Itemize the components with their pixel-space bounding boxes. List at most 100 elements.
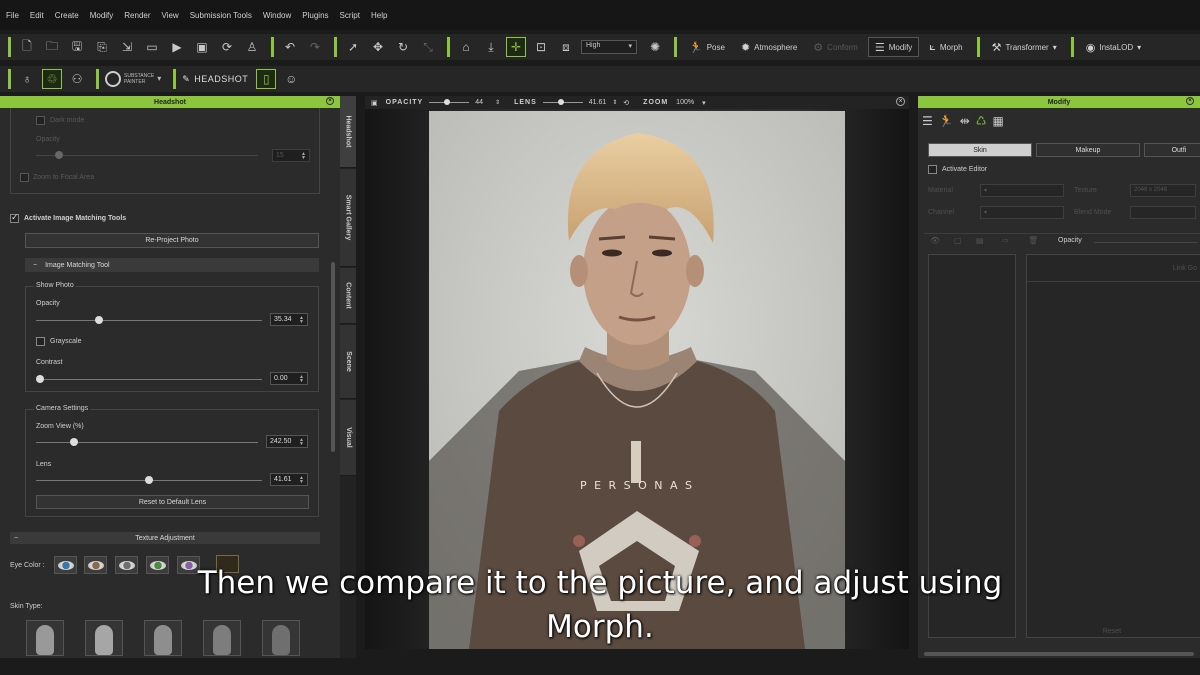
- refresh-icon[interactable]: ⟳: [217, 37, 237, 57]
- menu-script[interactable]: Script: [340, 11, 360, 20]
- new-file-icon[interactable]: 🗋: [17, 37, 37, 57]
- render-icon[interactable]: ▶: [167, 37, 187, 57]
- morph-slider-icon[interactable]: ⇹: [960, 114, 970, 128]
- move-icon[interactable]: ✥: [368, 37, 388, 57]
- menu-modify[interactable]: Modify: [90, 11, 114, 20]
- viewport-opacity-slider[interactable]: [429, 99, 470, 105]
- home-icon[interactable]: ⌂: [456, 37, 476, 57]
- activate-editor-checkbox[interactable]: [928, 165, 937, 174]
- lens-slider[interactable]: [36, 476, 262, 484]
- conform-button[interactable]: ⚙ Conform: [807, 37, 864, 57]
- dark-mode-checkbox[interactable]: [36, 116, 45, 125]
- sliders-icon[interactable]: ☰: [922, 114, 933, 128]
- menu-file[interactable]: File: [6, 11, 19, 20]
- slider-knob[interactable]: [443, 99, 450, 105]
- toolbar-grip[interactable]: [8, 37, 11, 57]
- tab-visual[interactable]: Visual: [340, 400, 356, 476]
- image-matching-section[interactable]: − Image Matching Tool: [25, 258, 319, 272]
- menu-view[interactable]: View: [162, 11, 179, 20]
- toolbar-grip[interactable]: [8, 69, 11, 89]
- menu-help[interactable]: Help: [371, 11, 387, 20]
- zoom-view-slider[interactable]: [36, 438, 258, 446]
- reset-icon[interactable]: ⟲: [623, 99, 629, 107]
- preview-icon[interactable]: ▣: [192, 37, 212, 57]
- menu-submission-tools[interactable]: Submission Tools: [190, 11, 252, 20]
- slider-knob[interactable]: [69, 438, 78, 446]
- motion-icon[interactable]: 🏃: [939, 114, 954, 128]
- close-icon[interactable]: ×: [1186, 97, 1194, 105]
- tab-content[interactable]: Content: [340, 268, 356, 324]
- reset-lens-button[interactable]: Reset to Default Lens: [36, 495, 309, 509]
- menu-window[interactable]: Window: [263, 11, 291, 20]
- toolbar-grip[interactable]: [173, 69, 177, 89]
- light-icon[interactable]: ✺: [645, 37, 665, 57]
- opacity-dim-slider[interactable]: [36, 151, 258, 159]
- zoom-focal-checkbox[interactable]: [20, 173, 29, 182]
- instalod-button[interactable]: ◉ InstaLOD ▾: [1080, 37, 1147, 57]
- spinner-icon[interactable]: ⇕: [612, 99, 617, 106]
- pose-button[interactable]: 🏃 Pose: [683, 37, 731, 57]
- close-icon[interactable]: ×: [326, 97, 334, 105]
- toolbar-grip[interactable]: [334, 37, 337, 57]
- slider-knob[interactable]: [55, 151, 63, 159]
- tab-scene[interactable]: Scene: [340, 325, 356, 399]
- slider-knob[interactable]: [557, 99, 564, 105]
- zoom-dropdown-icon[interactable]: ▾: [702, 99, 706, 107]
- slider-knob[interactable]: [36, 375, 44, 383]
- panel-scrollbar[interactable]: [331, 262, 335, 452]
- crosshair-icon[interactable]: ✛: [506, 37, 526, 57]
- blend-mode-select[interactable]: [1130, 206, 1196, 219]
- atmosphere-button[interactable]: ✹ Atmosphere: [735, 37, 803, 57]
- import-icon[interactable]: ⎘: [92, 37, 112, 57]
- material-select[interactable]: ▾: [980, 184, 1064, 197]
- headshot-button[interactable]: ✎ HEADSHOT: [182, 74, 248, 85]
- redo-icon[interactable]: ↷: [305, 37, 325, 57]
- horizontal-scrollbar[interactable]: [924, 652, 1194, 656]
- tab-headshot[interactable]: Headshot: [340, 96, 356, 168]
- toolbar-grip[interactable]: [1070, 37, 1074, 57]
- tab-smart-gallery[interactable]: Smart Gallery: [340, 169, 356, 267]
- link-icon[interactable]: ⇨: [1002, 236, 1009, 245]
- delete-icon[interactable]: 🗑: [1028, 236, 1038, 245]
- grayscale-checkbox[interactable]: [36, 337, 45, 346]
- head-generate-icon[interactable]: ☺: [281, 69, 301, 89]
- photo-overlay-icon[interactable]: ▣: [371, 99, 378, 107]
- opacity-field[interactable]: 35.34 ▲ ▼: [270, 313, 308, 326]
- usd-export-icon[interactable]: ▭: [142, 37, 162, 57]
- toolbar-grip[interactable]: [96, 69, 99, 89]
- contrast-field[interactable]: 0.00 ▲ ▼: [270, 372, 308, 385]
- headshot-photo-icon[interactable]: ▯: [256, 69, 277, 89]
- zoom-view-field[interactable]: 242.50 ▲ ▼: [266, 435, 308, 448]
- transformer-button[interactable]: ⚒ Transformer ▾: [986, 37, 1063, 57]
- opacity-dim-field[interactable]: 15 ▲ ▼: [272, 149, 310, 162]
- copy-icon[interactable]: ▢: [954, 236, 962, 245]
- toolbar-grip[interactable]: [976, 37, 980, 57]
- reproject-photo-button[interactable]: Re-Project Photo: [25, 233, 319, 248]
- multi-character-icon[interactable]: ⚇: [67, 69, 87, 89]
- toolbar-grip[interactable]: [271, 37, 274, 57]
- download-icon[interactable]: ⤓: [481, 37, 501, 57]
- morph-button[interactable]: ⟀ Morph: [923, 37, 968, 57]
- opacity-slider[interactable]: [36, 316, 262, 324]
- close-icon[interactable]: ×: [896, 97, 905, 106]
- save-icon[interactable]: 🖫: [67, 37, 87, 57]
- viewport-lens-slider[interactable]: [542, 99, 583, 105]
- menu-render[interactable]: Render: [124, 11, 150, 20]
- scale-icon[interactable]: ⤡: [418, 37, 438, 57]
- eye-icon[interactable]: 👁: [930, 236, 940, 245]
- texture-select[interactable]: 2048 x 2048: [1130, 184, 1196, 197]
- slider-knob[interactable]: [145, 476, 153, 484]
- texture-adjustment-section[interactable]: − Texture Adjustment: [10, 532, 320, 544]
- spinner-icon[interactable]: ⇕: [495, 99, 500, 106]
- undo-icon[interactable]: ↶: [280, 37, 300, 57]
- lens-field[interactable]: 41.61 ▲ ▼: [270, 473, 308, 486]
- skin-editor-icon[interactable]: ♺: [976, 114, 987, 128]
- open-folder-icon[interactable]: 🗀: [42, 37, 62, 57]
- modify-button[interactable]: ☰ Modify: [867, 37, 920, 57]
- tab-makeup[interactable]: Makeup: [1036, 143, 1140, 157]
- menu-edit[interactable]: Edit: [30, 11, 44, 20]
- tab-skin[interactable]: Skin: [928, 143, 1032, 157]
- checker-icon[interactable]: ▦: [993, 114, 1004, 128]
- pose-tool-icon[interactable]: ♙: [242, 37, 262, 57]
- layer-opacity-slider[interactable]: [1094, 242, 1198, 243]
